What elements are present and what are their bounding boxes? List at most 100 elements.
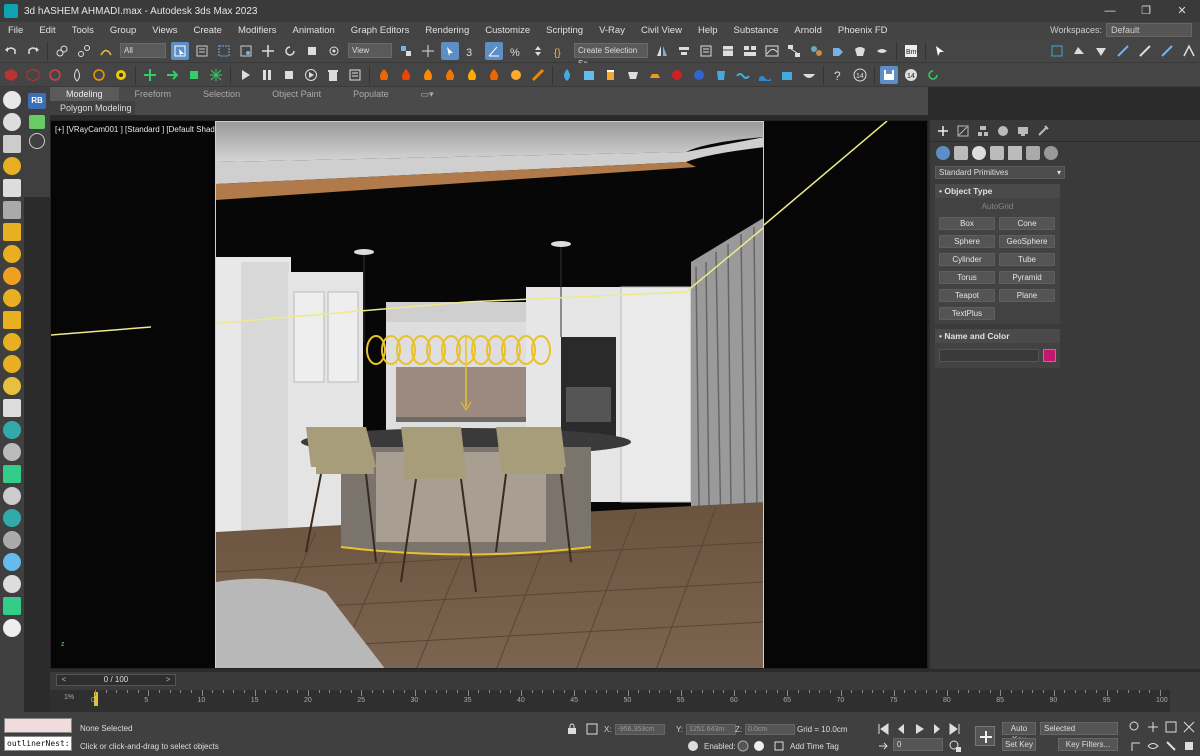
wave-icon[interactable]	[734, 66, 752, 84]
link-icon[interactable]	[53, 42, 71, 60]
half-circle-icon[interactable]	[3, 245, 21, 263]
spinner-snap-icon[interactable]	[529, 42, 547, 60]
cylinder-button[interactable]: Cylinder	[939, 253, 995, 266]
rectangular-selection-icon[interactable]	[215, 42, 233, 60]
tube-button[interactable]: Tube	[999, 253, 1055, 266]
teapot-button[interactable]: Teapot	[939, 289, 995, 302]
green-move-icon[interactable]	[141, 66, 159, 84]
track-bar[interactable]: 1% 0 5 10 15 20 25 30 35 40 45 50 55 60 65 70 75 80 85 90 9…	[50, 690, 1170, 712]
add-time-tag[interactable]: Add Time Tag	[790, 742, 839, 751]
tank-icon[interactable]	[778, 66, 796, 84]
geometry-icon[interactable]	[936, 146, 950, 160]
beer-icon[interactable]	[602, 66, 620, 84]
water-icon-2[interactable]	[580, 66, 598, 84]
vray-icon-3[interactable]	[1092, 42, 1110, 60]
workspaces-dropdown[interactable]: Default	[1106, 23, 1192, 37]
time-config-icon[interactable]	[948, 739, 962, 753]
space-warps-icon[interactable]	[1026, 146, 1040, 160]
y-field[interactable]: 1251.643m	[686, 724, 737, 735]
close-button[interactable]: ✕	[1164, 0, 1200, 22]
lamp-icon[interactable]	[3, 311, 21, 329]
badge-14-icon[interactable]: 14	[851, 66, 869, 84]
fire-icon-6[interactable]	[485, 66, 503, 84]
sphere-button[interactable]: Sphere	[939, 235, 995, 248]
fire-icon-5[interactable]	[463, 66, 481, 84]
mirror-icon[interactable]	[653, 42, 671, 60]
fire-icon-3[interactable]	[419, 66, 437, 84]
current-frame-field[interactable]: 0	[893, 738, 943, 751]
vray-icon-2[interactable]	[1070, 42, 1088, 60]
object-icon[interactable]	[3, 575, 21, 593]
viewport-nav-icon-5[interactable]	[1128, 739, 1142, 753]
fire-icon-4[interactable]	[441, 66, 459, 84]
polygon-modeling-panel[interactable]: Polygon Modeling	[50, 101, 135, 115]
menu-civil-view[interactable]: Civil View	[633, 25, 690, 36]
align-icon[interactable]	[675, 42, 693, 60]
green-scale-icon[interactable]	[185, 66, 203, 84]
v-logo-icon[interactable]	[3, 619, 21, 637]
cone-button[interactable]: Cone	[999, 217, 1055, 230]
helpers-icon[interactable]	[1008, 146, 1022, 160]
box-button[interactable]: Box	[939, 217, 995, 230]
reference-coordinate-dropdown[interactable]: View	[348, 43, 392, 58]
box-tool-icon[interactable]	[3, 179, 21, 197]
dodecahedron-icon[interactable]	[3, 289, 21, 307]
percent-snap-icon[interactable]: %	[507, 42, 525, 60]
create-tab-icon[interactable]	[936, 124, 952, 138]
auto-key-button[interactable]: Auto Key	[1002, 722, 1036, 744]
target-icon[interactable]	[112, 66, 130, 84]
ribbon-options-icon[interactable]: ▭▾	[405, 87, 450, 101]
lock-selection-icon[interactable]	[565, 722, 579, 736]
display-tab-icon[interactable]	[1016, 124, 1032, 138]
ball-icon[interactable]	[3, 267, 21, 285]
menu-arnold[interactable]: Arnold	[786, 25, 829, 36]
cube-outline-icon[interactable]	[24, 66, 42, 84]
menu-vray[interactable]: V-Ray	[591, 25, 633, 36]
autogrid-checkbox[interactable]: AutoGrid	[935, 198, 1060, 213]
number-14-icon[interactable]: 14	[902, 66, 920, 84]
pivot-center-icon[interactable]	[397, 42, 415, 60]
cluster-icon[interactable]	[3, 553, 21, 571]
menu-create[interactable]: Create	[185, 25, 230, 36]
undo-icon[interactable]	[2, 42, 20, 60]
key-mode-dropdown[interactable]: Selected	[1040, 722, 1118, 735]
keyboard-shortcut-override-icon[interactable]	[441, 41, 459, 60]
bulb-icon[interactable]	[3, 355, 21, 373]
edit-named-selection-icon[interactable]: {}	[551, 42, 569, 60]
viewport-nav-icon-8[interactable]	[1182, 739, 1196, 753]
viewport-nav-icon-3[interactable]	[1164, 720, 1178, 734]
key-filters-button[interactable]: Key Filters...	[1058, 738, 1118, 751]
menu-views[interactable]: Views	[144, 25, 185, 36]
red-globe-icon[interactable]	[668, 66, 686, 84]
cube-icon[interactable]	[3, 399, 21, 417]
help-icon[interactable]: ?	[829, 66, 847, 84]
fire-icon-1[interactable]	[375, 66, 393, 84]
shape-icon[interactable]	[3, 113, 21, 131]
window-crossing-icon[interactable]	[237, 42, 255, 60]
viewport-nav-icon-2[interactable]	[1146, 720, 1160, 734]
bowl-icon[interactable]	[800, 66, 818, 84]
tab-object-paint[interactable]: Object Paint	[256, 87, 337, 101]
set-key-button[interactable]: Set Key	[1002, 738, 1036, 751]
leaf-icon[interactable]	[3, 465, 21, 483]
object-type-header[interactable]: • Object Type	[935, 184, 1060, 198]
select-object-icon[interactable]	[171, 41, 189, 60]
camera-icon[interactable]	[3, 135, 21, 153]
vray-icon-6[interactable]	[1158, 42, 1176, 60]
place-icon[interactable]	[325, 42, 343, 60]
tab-selection[interactable]: Selection	[187, 87, 256, 101]
green-tool-icon[interactable]	[3, 597, 21, 615]
prev-key-icon[interactable]	[894, 722, 908, 736]
object-name-field[interactable]	[939, 349, 1040, 362]
systems-icon[interactable]	[1044, 146, 1058, 160]
menu-tools[interactable]: Tools	[64, 25, 102, 36]
refresh-icon[interactable]	[924, 66, 942, 84]
menu-phoenix-fd[interactable]: Phoenix FD	[830, 25, 896, 36]
trash-icon[interactable]	[324, 66, 342, 84]
menu-graph-editors[interactable]: Graph Editors	[343, 25, 418, 36]
plane-button[interactable]: Plane	[999, 289, 1055, 302]
play-circle-icon[interactable]	[302, 66, 320, 84]
scale-icon[interactable]	[303, 42, 321, 60]
object-color-swatch[interactable]	[1043, 349, 1056, 362]
viewport-label[interactable]: [+] [VRayCam001 ] [Standard ] [Default S…	[55, 125, 230, 134]
